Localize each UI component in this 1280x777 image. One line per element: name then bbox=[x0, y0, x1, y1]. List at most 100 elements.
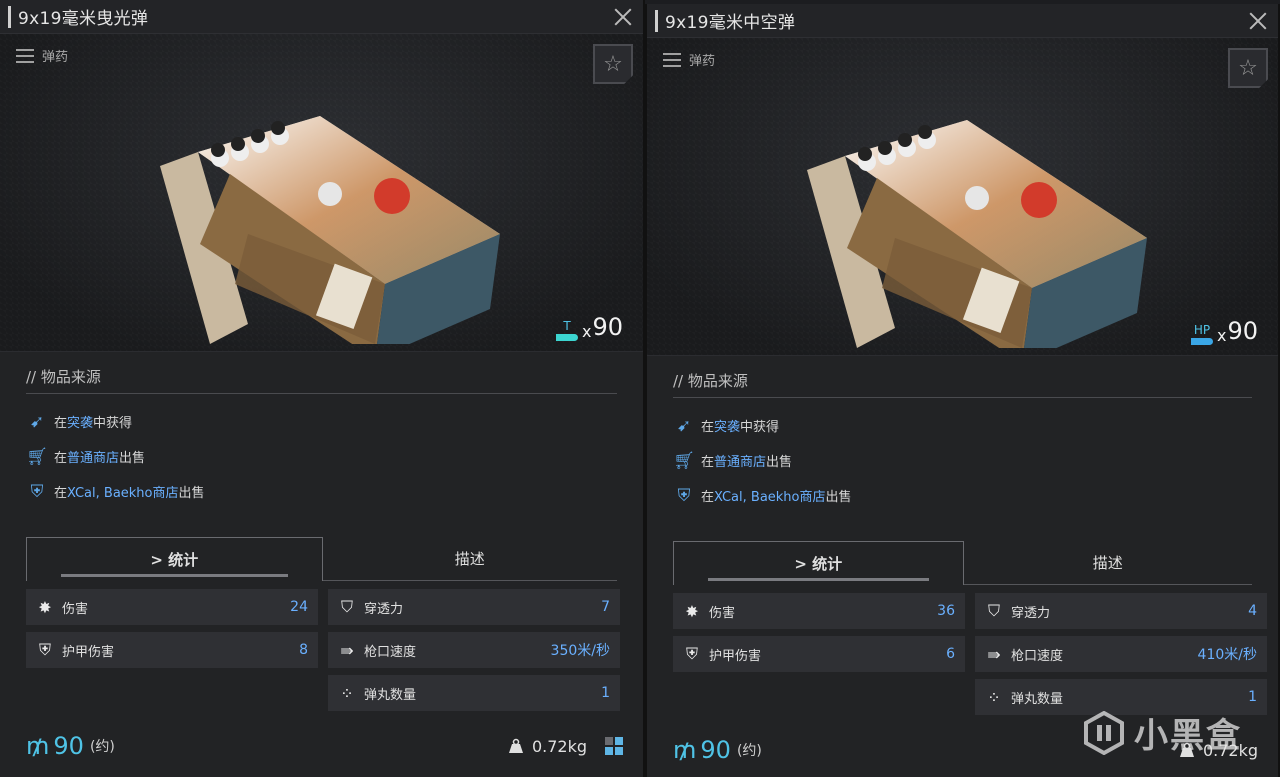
quantity-x: x bbox=[1216, 326, 1227, 345]
tab-stats[interactable]: > 统计 bbox=[26, 537, 323, 581]
currency-icon: ₥ bbox=[673, 736, 697, 764]
tab-stats[interactable]: > 统计 bbox=[673, 541, 964, 585]
title-accent bbox=[655, 9, 658, 32]
xiaoheihe-logo-icon bbox=[1084, 710, 1124, 755]
velocity-icon: ⇛ bbox=[340, 640, 354, 660]
stat-damage: ✸ 伤害 24 bbox=[26, 589, 318, 625]
pellet-icon: ⁘ bbox=[340, 683, 354, 703]
item-weight: 0.72kg bbox=[508, 737, 587, 756]
item-source-section: // 物品来源 ➹ 在 突袭 中获得 🛒︎ 在 普通商店 出售 ⛨ 在 XCal… bbox=[0, 352, 643, 509]
source-link-raid[interactable]: 突袭 bbox=[714, 416, 740, 435]
armor-damage-icon: ⛨ bbox=[685, 644, 698, 663]
stat-label: 枪口速度 bbox=[1011, 648, 1064, 664]
stat-label: 弹丸数量 bbox=[364, 687, 417, 703]
source-link-faction[interactable]: XCal, Baekho商店 bbox=[714, 486, 825, 505]
stat-value: 410米/秒 bbox=[1197, 647, 1257, 663]
stat-value: 350米/秒 bbox=[550, 643, 610, 659]
price-note: (约) bbox=[736, 743, 762, 759]
watermark-text: 小黑盒 bbox=[1134, 716, 1242, 756]
stats-grid: ✸ 伤害 36 ⛉ 穿透力 4 ⛨ 护甲伤害 6 ⇛ 枪口速度 410米/秒 ⁘… bbox=[673, 593, 1267, 715]
stat-label: 弹丸数量 bbox=[1011, 691, 1064, 707]
detail-tabs: > 统计 描述 bbox=[673, 541, 1252, 585]
category-label: 弹药 bbox=[42, 50, 69, 65]
currency-icon: ₥ bbox=[26, 732, 50, 760]
stat-label: 护甲伤害 bbox=[709, 648, 762, 664]
weight-icon bbox=[508, 738, 523, 753]
item-viewer[interactable]: 弹药 ☆ HP x 90 bbox=[647, 38, 1278, 356]
source-suffix: 出售 bbox=[825, 490, 852, 505]
stat-label: 护甲伤害 bbox=[62, 644, 115, 660]
cart-icon: 🛒︎ bbox=[673, 450, 695, 471]
stat-armor-damage: ⛨ 护甲伤害 8 bbox=[26, 632, 318, 668]
stat-velocity: ⇛ 枪口速度 350米/秒 bbox=[328, 632, 620, 668]
pellet-icon: ⁘ bbox=[987, 687, 1001, 707]
source-prefix: 在 bbox=[701, 455, 715, 470]
detail-tabs: > 统计 描述 bbox=[26, 537, 617, 581]
quantity-display: HP x 90 bbox=[1190, 317, 1258, 345]
title-accent bbox=[8, 5, 11, 28]
source-prefix: 在 bbox=[701, 420, 715, 435]
stat-penetration: ⛉ 穿透力 7 bbox=[328, 589, 620, 625]
source-link-shop[interactable]: 普通商店 bbox=[714, 451, 766, 470]
stat-label: 枪口速度 bbox=[364, 644, 417, 660]
source-row-raid: ➹ 在 突袭 中获得 bbox=[26, 404, 617, 439]
weight-value: 0.72kg bbox=[531, 736, 587, 756]
source-title: // 物品来源 bbox=[26, 366, 617, 394]
ammo-box-image bbox=[160, 116, 500, 344]
source-row-shop: 🛒︎ 在 普通商店 出售 bbox=[673, 443, 1252, 478]
title-bar: 9x19毫米曳光弹 bbox=[0, 0, 643, 34]
item-price: 90 bbox=[53, 732, 84, 760]
item-category: 弹药 bbox=[663, 50, 715, 69]
tracer-bullet-icon: T bbox=[555, 319, 578, 341]
stat-damage: ✸ 伤害 36 bbox=[673, 593, 965, 629]
penetration-icon: ⛉ bbox=[340, 597, 353, 616]
item-title: 9x19毫米中空弹 bbox=[665, 13, 796, 33]
item-viewer[interactable]: 弹药 ☆ T x 90 bbox=[0, 34, 643, 352]
raid-icon: ➹ bbox=[29, 411, 45, 432]
list-icon bbox=[663, 52, 681, 67]
item-panel-tracer: 9x19毫米曳光弹 弹药 ☆ T x 90 // 物品来源 ➹ 在 突袭 中获得… bbox=[0, 0, 645, 777]
source-suffix: 出售 bbox=[178, 486, 205, 501]
close-icon[interactable] bbox=[613, 7, 633, 27]
stat-penetration: ⛉ 穿透力 4 bbox=[975, 593, 1267, 629]
stat-value: 1 bbox=[1248, 689, 1257, 705]
hollow-point-bullet-icon: HP bbox=[1190, 323, 1213, 345]
source-link-faction[interactable]: XCal, Baekho商店 bbox=[67, 482, 178, 501]
stat-label: 穿透力 bbox=[1011, 605, 1051, 621]
source-link-shop[interactable]: 普通商店 bbox=[67, 447, 119, 466]
raid-icon: ➹ bbox=[676, 415, 692, 436]
stat-label: 穿透力 bbox=[364, 601, 404, 617]
stat-pellets: ⁘ 弹丸数量 1 bbox=[328, 675, 620, 711]
quantity-value: 90 bbox=[1227, 317, 1258, 345]
favorite-star-icon[interactable]: ☆ bbox=[1228, 48, 1268, 88]
list-icon bbox=[16, 48, 34, 63]
source-suffix: 出售 bbox=[119, 451, 146, 466]
item-panel-hollow-point: 9x19毫米中空弹 弹药 ☆ HP x 90 // 物品来源 ➹ 在 突袭 中获… bbox=[645, 4, 1280, 777]
stat-armor-damage: ⛨ 护甲伤害 6 bbox=[673, 636, 965, 672]
source-prefix: 在 bbox=[54, 486, 68, 501]
source-title: // 物品来源 bbox=[673, 370, 1252, 398]
item-footer: ₥ 90 (约) 0.72kg bbox=[26, 731, 623, 761]
stat-label: 伤害 bbox=[709, 605, 736, 621]
tab-description[interactable]: 描述 bbox=[323, 537, 618, 580]
stat-velocity: ⇛ 枪口速度 410米/秒 bbox=[975, 636, 1267, 672]
stat-value: 6 bbox=[946, 646, 955, 662]
source-suffix: 中获得 bbox=[740, 420, 780, 435]
item-title: 9x19毫米曳光弹 bbox=[18, 9, 149, 29]
stat-value: 4 bbox=[1248, 603, 1257, 619]
stat-value: 36 bbox=[937, 603, 955, 619]
tab-description[interactable]: 描述 bbox=[964, 541, 1253, 584]
stat-label: 伤害 bbox=[62, 601, 89, 617]
source-prefix: 在 bbox=[701, 490, 715, 505]
category-label: 弹药 bbox=[689, 54, 716, 69]
watermark: 小黑盒 bbox=[1082, 708, 1242, 757]
source-link-raid[interactable]: 突袭 bbox=[67, 412, 93, 431]
item-category: 弹药 bbox=[16, 46, 68, 65]
velocity-icon: ⇛ bbox=[987, 644, 1001, 664]
source-row-shop: 🛒︎ 在 普通商店 出售 bbox=[26, 439, 617, 474]
close-icon[interactable] bbox=[1248, 11, 1268, 31]
favorite-star-icon[interactable]: ☆ bbox=[593, 44, 633, 84]
damage-icon: ✸ bbox=[685, 601, 699, 621]
quantity-x: x bbox=[581, 322, 592, 341]
armor-damage-icon: ⛨ bbox=[38, 640, 51, 659]
